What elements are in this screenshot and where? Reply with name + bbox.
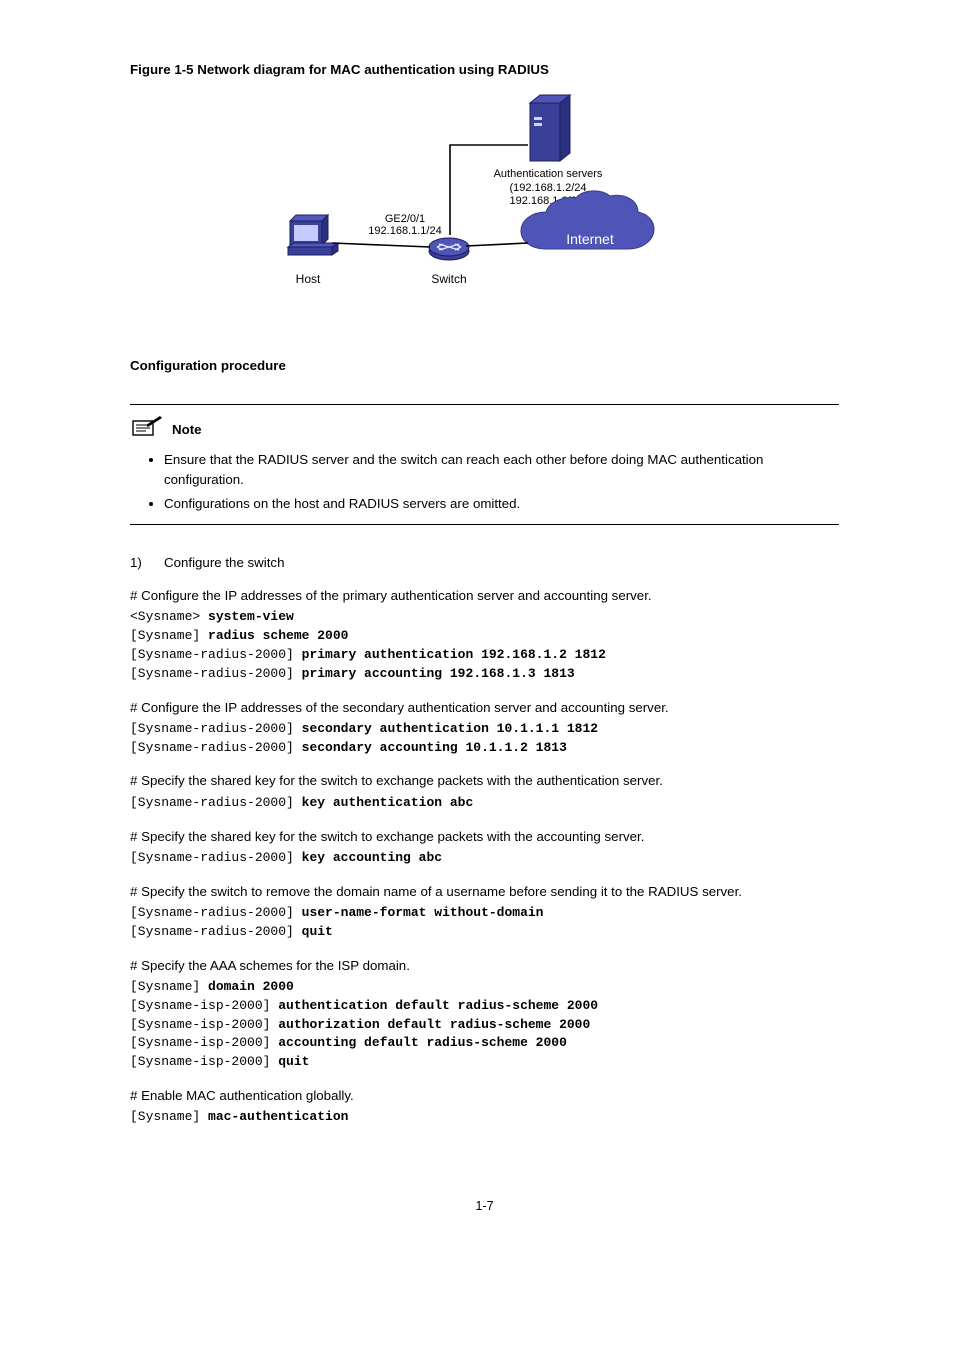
divider bbox=[130, 404, 839, 405]
list-item: Configurations on the host and RADIUS se… bbox=[164, 494, 839, 514]
cmd-description: # Specify the AAA schemes for the ISP do… bbox=[130, 956, 839, 975]
config-procedure-heading: Configuration procedure bbox=[130, 356, 839, 375]
cmd-block: <Sysname> system-view [Sysname] radius s… bbox=[130, 608, 839, 683]
cmd-description: # Enable MAC authentication globally. bbox=[130, 1086, 839, 1105]
cmd-block: [Sysname] mac-authentication bbox=[130, 1108, 839, 1127]
switch-label: Switch bbox=[431, 272, 466, 286]
cmd-block: [Sysname] domain 2000 [Sysname-isp-2000]… bbox=[130, 978, 839, 1072]
list-item: Ensure that the RADIUS server and the sw… bbox=[164, 450, 839, 490]
cmd-description: # Specify the shared key for the switch … bbox=[130, 771, 839, 790]
step-number: 1) bbox=[130, 555, 142, 570]
cmd-description: # Configure the IP addresses of the seco… bbox=[130, 698, 839, 717]
cmd-description: # Specify the switch to remove the domai… bbox=[130, 882, 839, 901]
host-label: Host bbox=[295, 272, 320, 286]
cmd-description: # Specify the shared key for the switch … bbox=[130, 827, 839, 846]
network-diagram: Authentication servers (192.168.1.2/24 1… bbox=[130, 91, 839, 316]
internet-label: Internet bbox=[566, 231, 614, 247]
auth-servers-label: Authentication servers bbox=[493, 168, 602, 180]
step-label: Configure the switch bbox=[164, 555, 284, 570]
auth-ips-line1: (192.168.1.2/24 bbox=[509, 182, 586, 194]
page-number: 1-7 bbox=[130, 1197, 839, 1215]
note-bullets: Ensure that the RADIUS server and the sw… bbox=[130, 450, 839, 514]
figure-title: Figure 1-5 Network diagram for MAC authe… bbox=[130, 60, 839, 79]
host-icon bbox=[288, 215, 338, 255]
cmd-description: # Configure the IP addresses of the prim… bbox=[130, 586, 839, 605]
iface-line2: 192.168.1.1/24 bbox=[368, 225, 441, 237]
cmd-block: [Sysname-radius-2000] user-name-format w… bbox=[130, 904, 839, 942]
cmd-block: [Sysname-radius-2000] secondary authenti… bbox=[130, 720, 839, 758]
server-icon bbox=[530, 95, 570, 161]
divider bbox=[130, 524, 839, 525]
note-label: Note bbox=[172, 420, 202, 439]
cmd-block: [Sysname-radius-2000] key authentication… bbox=[130, 794, 839, 813]
cmd-block: [Sysname-radius-2000] key accounting abc bbox=[130, 849, 839, 868]
note-section: Note Ensure that the RADIUS server and t… bbox=[130, 404, 839, 525]
step-1: 1) Configure the switch bbox=[130, 553, 839, 572]
switch-icon bbox=[429, 238, 469, 260]
note-icon bbox=[130, 415, 166, 444]
iface-line1: GE2/0/1 bbox=[384, 213, 424, 225]
